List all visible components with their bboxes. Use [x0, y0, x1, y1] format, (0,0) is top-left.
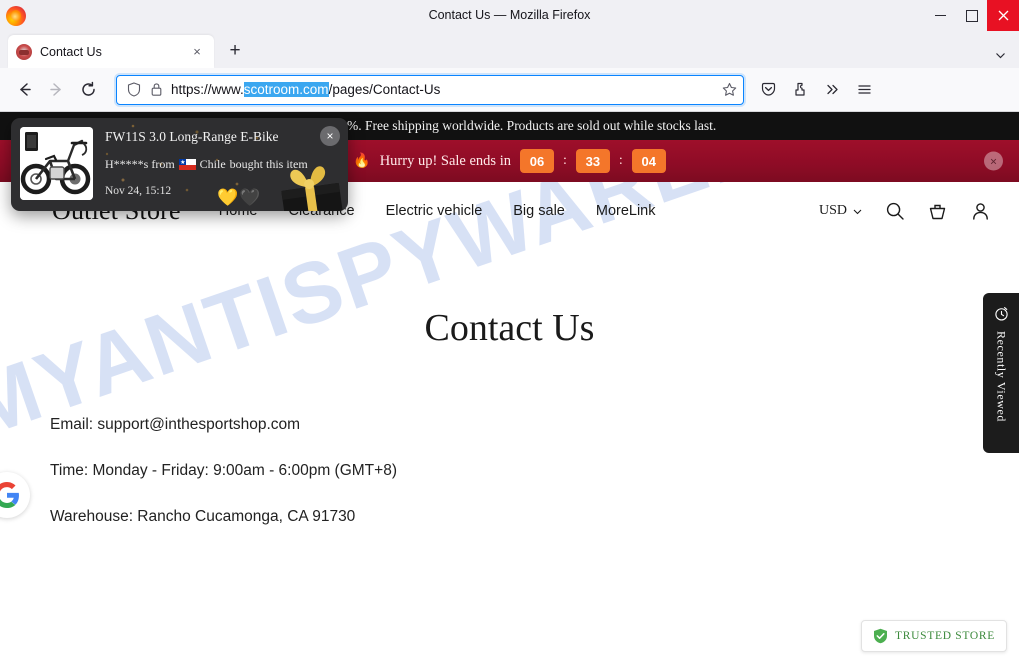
tracking-protection-shield-icon[interactable] [123, 82, 145, 97]
minimize-button[interactable] [925, 0, 956, 31]
clock-icon [994, 306, 1008, 321]
tab-favicon-icon [16, 43, 32, 60]
lock-icon[interactable] [145, 82, 167, 97]
trusted-store-badge: TRUSTED STORE [861, 620, 1007, 652]
maximize-button[interactable] [956, 0, 987, 31]
shield-check-icon [874, 628, 888, 644]
title-bar: Contact Us — Mozilla Firefox [0, 0, 1019, 31]
tab-title: Contact Us [40, 44, 102, 59]
contact-hours-line: Time: Monday - Friday: 9:00am - 6:00pm (… [50, 462, 397, 479]
reload-button-icon[interactable] [72, 74, 104, 106]
pocket-icon[interactable] [752, 74, 784, 106]
search-icon[interactable] [885, 201, 905, 221]
window-title: Contact Us — Mozilla Firefox [428, 8, 591, 22]
popup-body: FW11S 3.0 Long-Range E-Bike H*****s from… [11, 118, 348, 211]
navigation-toolbar: https://www.scotroom.com/pages/Contact-U… [0, 68, 1019, 112]
back-button-icon[interactable] [8, 74, 40, 106]
contact-warehouse-line: Warehouse: Rancho Cucamonga, CA 91730 [50, 508, 356, 525]
browser-tab[interactable]: Contact Us × [8, 35, 214, 68]
popup-country: Chile [199, 157, 226, 171]
popup-buyer-prefix: H*****s from [105, 157, 175, 171]
popup-product-title[interactable]: FW11S 3.0 Long-Range E-Bike [105, 129, 339, 145]
popup-close-icon[interactable]: × [320, 126, 340, 146]
countdown-separator-2: : [618, 153, 623, 168]
countdown-separator-1: : [562, 153, 567, 168]
nav-item-morelink[interactable]: MoreLink [596, 203, 656, 219]
new-tab-button[interactable]: + [220, 36, 250, 66]
url-path: /pages/Contact-Us [328, 82, 441, 97]
contact-email-line: Email: support@inthesportshop.com [50, 416, 301, 433]
url-bar[interactable]: https://www.scotroom.com/pages/Contact-U… [116, 74, 744, 105]
promo-content: 🔥 Hurry up! Sale ends in 06 : 33 : 04 [353, 149, 666, 173]
countdown-minutes: 33 [575, 149, 610, 173]
page-title: Contact Us [424, 307, 595, 349]
header-actions: USD [819, 201, 991, 222]
recently-viewed-tab[interactable]: Recently Viewed [983, 293, 1019, 453]
tab-strip: Contact Us × + [0, 31, 1019, 68]
recently-viewed-label: Recently Viewed [994, 331, 1009, 423]
sales-notification-popup[interactable]: 💛🖤 FW11S 3.0 Long-Range E-Bike H*****s f… [11, 118, 348, 211]
currency-value: USD [818, 203, 847, 218]
bookmark-star-icon[interactable] [722, 82, 737, 97]
url-prefix: https://www. [171, 82, 244, 97]
page-viewport: MYANTISPYWARE.COM up to 90%. Free shippi… [0, 112, 1019, 658]
promo-text: Hurry up! Sale ends in [379, 152, 511, 169]
popup-buyer-line: H*****s from ★ Chile bought this item [105, 157, 339, 172]
url-selected-domain: scotroom.com [243, 82, 329, 97]
list-all-tabs-icon[interactable] [994, 49, 1007, 62]
popup-timestamp: Nov 24, 15:12 [105, 185, 172, 197]
cart-icon[interactable] [927, 201, 948, 222]
tab-close-icon[interactable]: × [188, 43, 206, 61]
app-menu-hamburger-icon[interactable] [848, 74, 880, 106]
extensions-puzzle-icon[interactable] [784, 74, 816, 106]
chevron-down-icon [853, 209, 862, 214]
url-text[interactable]: https://www.scotroom.com/pages/Contact-U… [171, 82, 722, 97]
fire-emoji-icon: 🔥 [353, 153, 371, 169]
toolbar-right-actions [752, 74, 880, 106]
account-icon[interactable] [970, 201, 991, 222]
popup-info: FW11S 3.0 Long-Range E-Bike H*****s from… [105, 127, 339, 202]
product-thumbnail[interactable] [20, 127, 93, 200]
window-controls [925, 0, 1019, 31]
firefox-logo-icon [6, 5, 26, 26]
countdown-seconds: 04 [631, 149, 666, 173]
contact-details: Email: support@inthesportshop.com Time: … [0, 416, 1019, 526]
nav-item-electric-vehicle[interactable]: Electric vehicle [386, 203, 483, 219]
overflow-chevrons-icon[interactable] [816, 74, 848, 106]
currency-selector[interactable]: USD [819, 203, 863, 219]
firefox-window: Contact Us — Mozilla Firefox Contact Us … [0, 0, 1019, 658]
announcement-text: up to 90%. Free shipping worldwide. Prod… [302, 118, 717, 133]
nav-item-big-sale[interactable]: Big sale [513, 203, 565, 219]
forward-button-icon[interactable] [40, 74, 72, 106]
trusted-store-label: TRUSTED STORE [895, 630, 995, 642]
promo-close-icon[interactable]: × [984, 151, 1003, 171]
chile-flag-icon: ★ [178, 159, 196, 170]
popup-buyer-suffix: bought this item [229, 157, 308, 171]
countdown-hours: 06 [519, 149, 554, 173]
close-window-button[interactable] [987, 0, 1019, 31]
